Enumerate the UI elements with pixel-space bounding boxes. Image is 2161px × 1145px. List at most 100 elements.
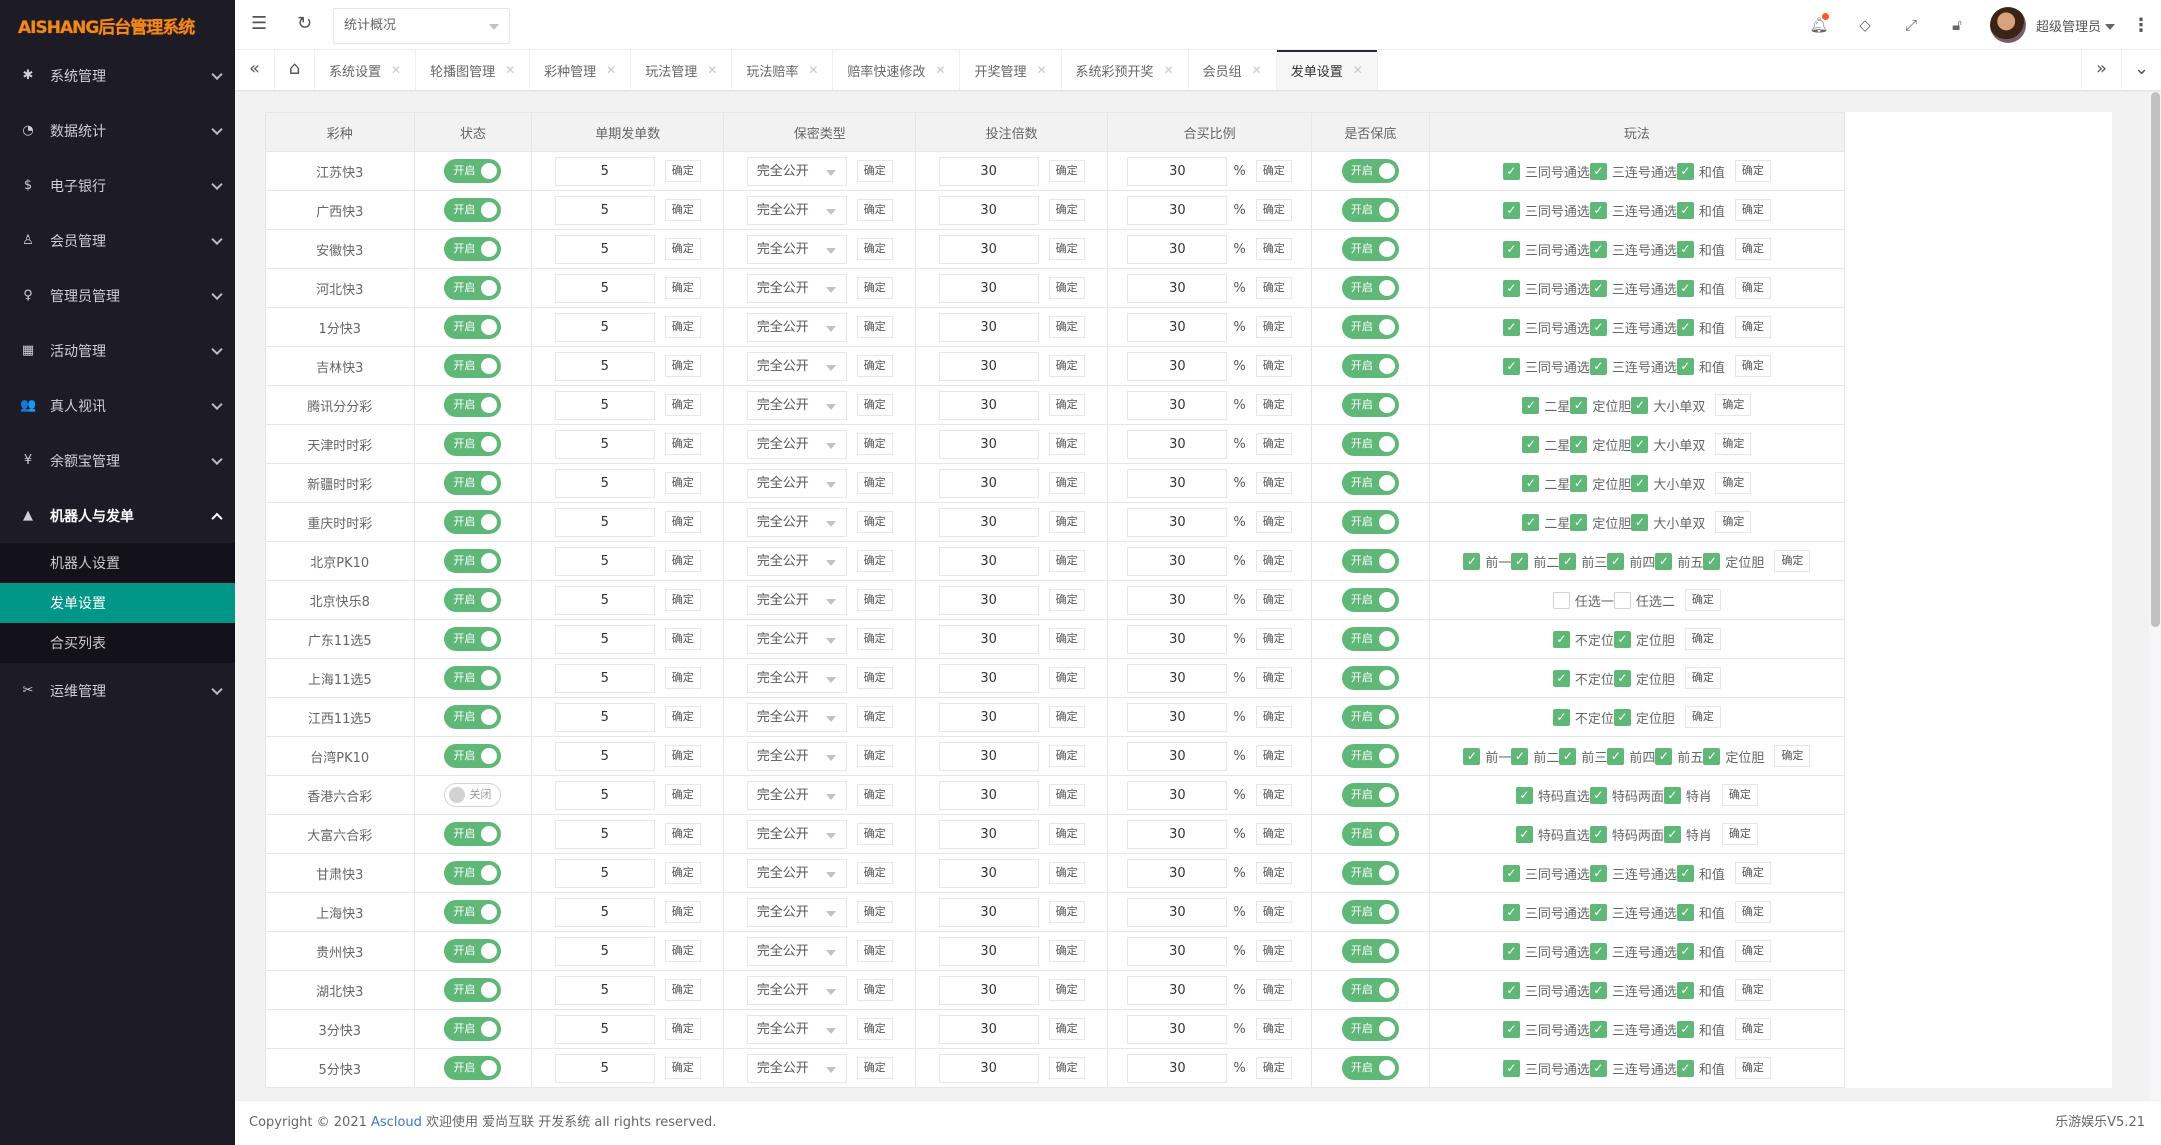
confirm-button[interactable]: 确定 bbox=[1048, 1057, 1085, 1079]
checkbox-checked-icon[interactable]: ✓ bbox=[1676, 240, 1694, 258]
tab-1[interactable]: 轮播图管理 ✕ bbox=[416, 50, 531, 90]
toggle-switch[interactable]: 开启 bbox=[444, 510, 502, 534]
checkbox-checked-icon[interactable]: ✓ bbox=[1676, 1059, 1694, 1077]
multiple-input[interactable]: 30 bbox=[938, 234, 1039, 264]
checkbox-checked-icon[interactable]: ✓ bbox=[1589, 1059, 1607, 1077]
toggle-switch[interactable]: 开启 bbox=[1341, 861, 1399, 885]
confirm-button[interactable]: 确定 bbox=[1255, 1018, 1292, 1040]
toggle-switch[interactable]: 开启 bbox=[444, 315, 502, 339]
checkbox-checked-icon[interactable]: ✓ bbox=[1589, 201, 1607, 219]
secrecy-select[interactable]: 完全公开 bbox=[746, 234, 847, 264]
per-issue-input[interactable]: 5 bbox=[554, 273, 655, 303]
checkbox-checked-icon[interactable]: ✓ bbox=[1613, 669, 1631, 687]
multiple-input[interactable]: 30 bbox=[938, 195, 1039, 225]
confirm-button[interactable]: 确定 bbox=[856, 745, 893, 767]
toggle-switch[interactable]: 开启 bbox=[1341, 978, 1399, 1002]
confirm-button[interactable]: 确定 bbox=[664, 433, 701, 455]
confirm-button[interactable]: 确定 bbox=[1048, 316, 1085, 338]
checkbox-checked-icon[interactable]: ✓ bbox=[1570, 396, 1588, 414]
fullscreen-icon[interactable]: ⤢ bbox=[1888, 16, 1934, 34]
ratio-input[interactable]: 30 bbox=[1127, 663, 1228, 693]
scrollbar-thumb[interactable] bbox=[2151, 92, 2160, 627]
confirm-button[interactable]: 确定 bbox=[664, 511, 701, 533]
multiple-input[interactable]: 30 bbox=[938, 507, 1039, 537]
toggle-switch[interactable]: 开启 bbox=[444, 393, 502, 417]
toggle-switch[interactable]: 开启 bbox=[1341, 900, 1399, 924]
checkbox-checked-icon[interactable]: ✓ bbox=[1676, 942, 1694, 960]
confirm-button[interactable]: 确定 bbox=[664, 394, 701, 416]
per-issue-input[interactable]: 5 bbox=[554, 546, 655, 576]
checkbox-checked-icon[interactable]: ✓ bbox=[1552, 708, 1570, 726]
close-tab-icon[interactable]: ✕ bbox=[606, 63, 616, 77]
toggle-switch[interactable]: 开启 bbox=[1341, 666, 1399, 690]
checkbox-unchecked-icon[interactable]: ✓ bbox=[1552, 591, 1570, 609]
toggle-switch[interactable]: 开启 bbox=[444, 822, 502, 846]
checkbox-checked-icon[interactable]: ✓ bbox=[1676, 162, 1694, 180]
confirm-button[interactable]: 确定 bbox=[1774, 745, 1811, 767]
ratio-input[interactable]: 30 bbox=[1127, 429, 1228, 459]
confirm-button[interactable]: 确定 bbox=[1255, 589, 1292, 611]
tag-icon[interactable]: ◇ bbox=[1842, 16, 1888, 34]
confirm-button[interactable]: 确定 bbox=[856, 784, 893, 806]
multiple-input[interactable]: 30 bbox=[938, 585, 1039, 615]
multiple-input[interactable]: 30 bbox=[938, 819, 1039, 849]
checkbox-checked-icon[interactable]: ✓ bbox=[1570, 474, 1588, 492]
multiple-input[interactable]: 30 bbox=[938, 975, 1039, 1005]
ratio-input[interactable]: 30 bbox=[1127, 858, 1228, 888]
confirm-button[interactable]: 确定 bbox=[1048, 355, 1085, 377]
confirm-button[interactable]: 确定 bbox=[856, 355, 893, 377]
per-issue-input[interactable]: 5 bbox=[554, 936, 655, 966]
checkbox-checked-icon[interactable]: ✓ bbox=[1515, 786, 1533, 804]
confirm-button[interactable]: 确定 bbox=[1255, 667, 1292, 689]
confirm-button[interactable]: 确定 bbox=[1255, 940, 1292, 962]
ratio-input[interactable]: 30 bbox=[1127, 546, 1228, 576]
per-issue-input[interactable]: 5 bbox=[554, 741, 655, 771]
confirm-button[interactable]: 确定 bbox=[1684, 628, 1721, 650]
tab-7[interactable]: 系统彩预开奖 ✕ bbox=[1062, 50, 1189, 90]
confirm-button[interactable]: 确定 bbox=[1048, 433, 1085, 455]
per-issue-input[interactable]: 5 bbox=[554, 819, 655, 849]
ratio-input[interactable]: 30 bbox=[1127, 390, 1228, 420]
checkbox-checked-icon[interactable]: ✓ bbox=[1502, 357, 1520, 375]
per-issue-input[interactable]: 5 bbox=[554, 195, 655, 225]
sidebar-item-8[interactable]: ▲ 机器人与发单 bbox=[0, 488, 235, 543]
confirm-button[interactable]: 确定 bbox=[1255, 160, 1292, 182]
confirm-button[interactable]: 确定 bbox=[856, 511, 893, 533]
ascloud-link[interactable]: Ascloud bbox=[371, 1115, 422, 1130]
confirm-button[interactable]: 确定 bbox=[1255, 433, 1292, 455]
confirm-button[interactable]: 确定 bbox=[1255, 745, 1292, 767]
secrecy-select[interactable]: 完全公开 bbox=[746, 468, 847, 498]
multiple-input[interactable]: 30 bbox=[938, 936, 1039, 966]
close-tab-icon[interactable]: ✕ bbox=[1252, 63, 1262, 77]
confirm-button[interactable]: 确定 bbox=[856, 901, 893, 923]
per-issue-input[interactable]: 5 bbox=[554, 585, 655, 615]
toggle-switch[interactable]: 开启 bbox=[1341, 198, 1399, 222]
ratio-input[interactable]: 30 bbox=[1127, 585, 1228, 615]
checkbox-checked-icon[interactable]: ✓ bbox=[1589, 1020, 1607, 1038]
checkbox-checked-icon[interactable]: ✓ bbox=[1502, 279, 1520, 297]
confirm-button[interactable]: 确定 bbox=[1048, 550, 1085, 572]
close-tab-icon[interactable]: ✕ bbox=[1164, 63, 1174, 77]
toggle-switch[interactable]: 开启 bbox=[1341, 705, 1399, 729]
confirm-button[interactable]: 确定 bbox=[1715, 472, 1752, 494]
toggle-switch[interactable]: 开启 bbox=[1341, 471, 1399, 495]
confirm-button[interactable]: 确定 bbox=[1048, 511, 1085, 533]
checkbox-checked-icon[interactable]: ✓ bbox=[1463, 552, 1481, 570]
toggle-switch[interactable]: 开启 bbox=[444, 588, 502, 612]
checkbox-checked-icon[interactable]: ✓ bbox=[1502, 201, 1520, 219]
checkbox-checked-icon[interactable]: ✓ bbox=[1703, 552, 1721, 570]
confirm-button[interactable]: 确定 bbox=[1255, 979, 1292, 1001]
per-issue-input[interactable]: 5 bbox=[554, 780, 655, 810]
toggle-switch[interactable]: 开启 bbox=[1341, 549, 1399, 573]
confirm-button[interactable]: 确定 bbox=[1734, 316, 1771, 338]
confirm-button[interactable]: 确定 bbox=[1774, 550, 1811, 572]
secrecy-select[interactable]: 完全公开 bbox=[746, 351, 847, 381]
confirm-button[interactable]: 确定 bbox=[1734, 199, 1771, 221]
confirm-button[interactable]: 确定 bbox=[1048, 745, 1085, 767]
confirm-button[interactable]: 确定 bbox=[1048, 979, 1085, 1001]
toggle-switch[interactable]: 开启 bbox=[444, 705, 502, 729]
confirm-button[interactable]: 确定 bbox=[1255, 784, 1292, 806]
toggle-switch[interactable]: 开启 bbox=[1341, 744, 1399, 768]
confirm-button[interactable]: 确定 bbox=[856, 199, 893, 221]
close-tab-icon[interactable]: ✕ bbox=[505, 63, 515, 77]
